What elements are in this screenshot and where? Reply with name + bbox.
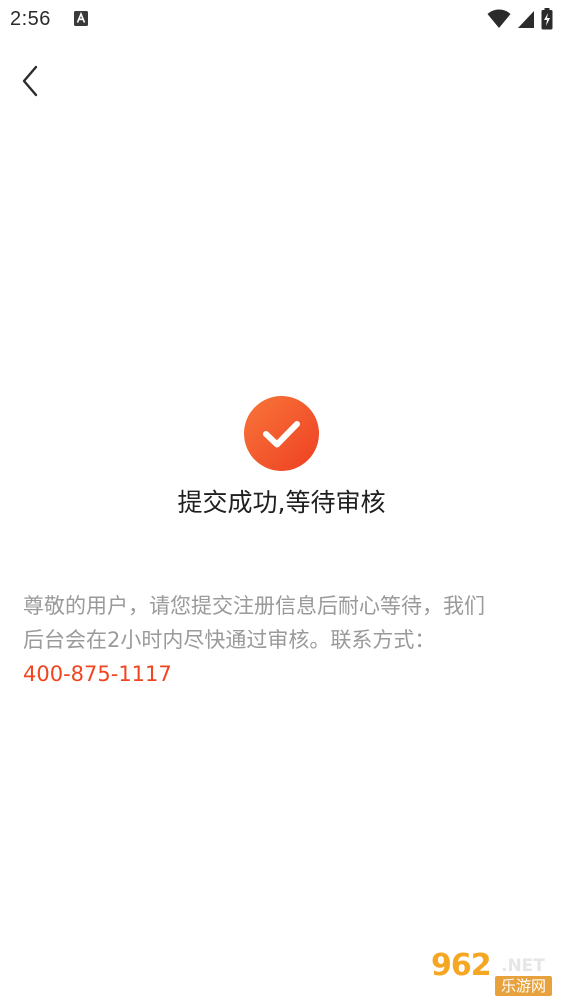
status-bar: 2:56 — [0, 0, 563, 38]
a-letter-icon — [74, 11, 88, 26]
status-time: 2:56 — [10, 8, 51, 30]
watermark-suffix: .NET — [501, 956, 545, 976]
watermark-brand: 962 — [431, 948, 492, 983]
cell-signal-icon — [518, 11, 534, 28]
contact-phone-link[interactable]: 400-875-1117 — [23, 657, 543, 691]
status-icons — [487, 8, 553, 30]
battery-charging-icon — [541, 8, 553, 30]
chevron-left-icon — [22, 65, 38, 97]
notice-line-1: 尊敬的用户，请您提交注册信息后耐心等待，我们 — [23, 594, 485, 618]
notice-line-2: 后台会在2小时内尽快通过审核。联系方式： — [23, 628, 436, 652]
site-watermark: 962 .NET 乐游网 — [425, 950, 559, 998]
check-circle-icon — [244, 396, 319, 471]
success-title: 提交成功,等待审核 — [177, 488, 386, 517]
back-button[interactable] — [10, 60, 50, 102]
review-notice: 尊敬的用户，请您提交注册信息后耐心等待，我们 后台会在2小时内尽快通过审核。联系… — [23, 589, 543, 691]
wifi-icon — [487, 9, 511, 28]
watermark-subtitle: 乐游网 — [495, 976, 553, 996]
